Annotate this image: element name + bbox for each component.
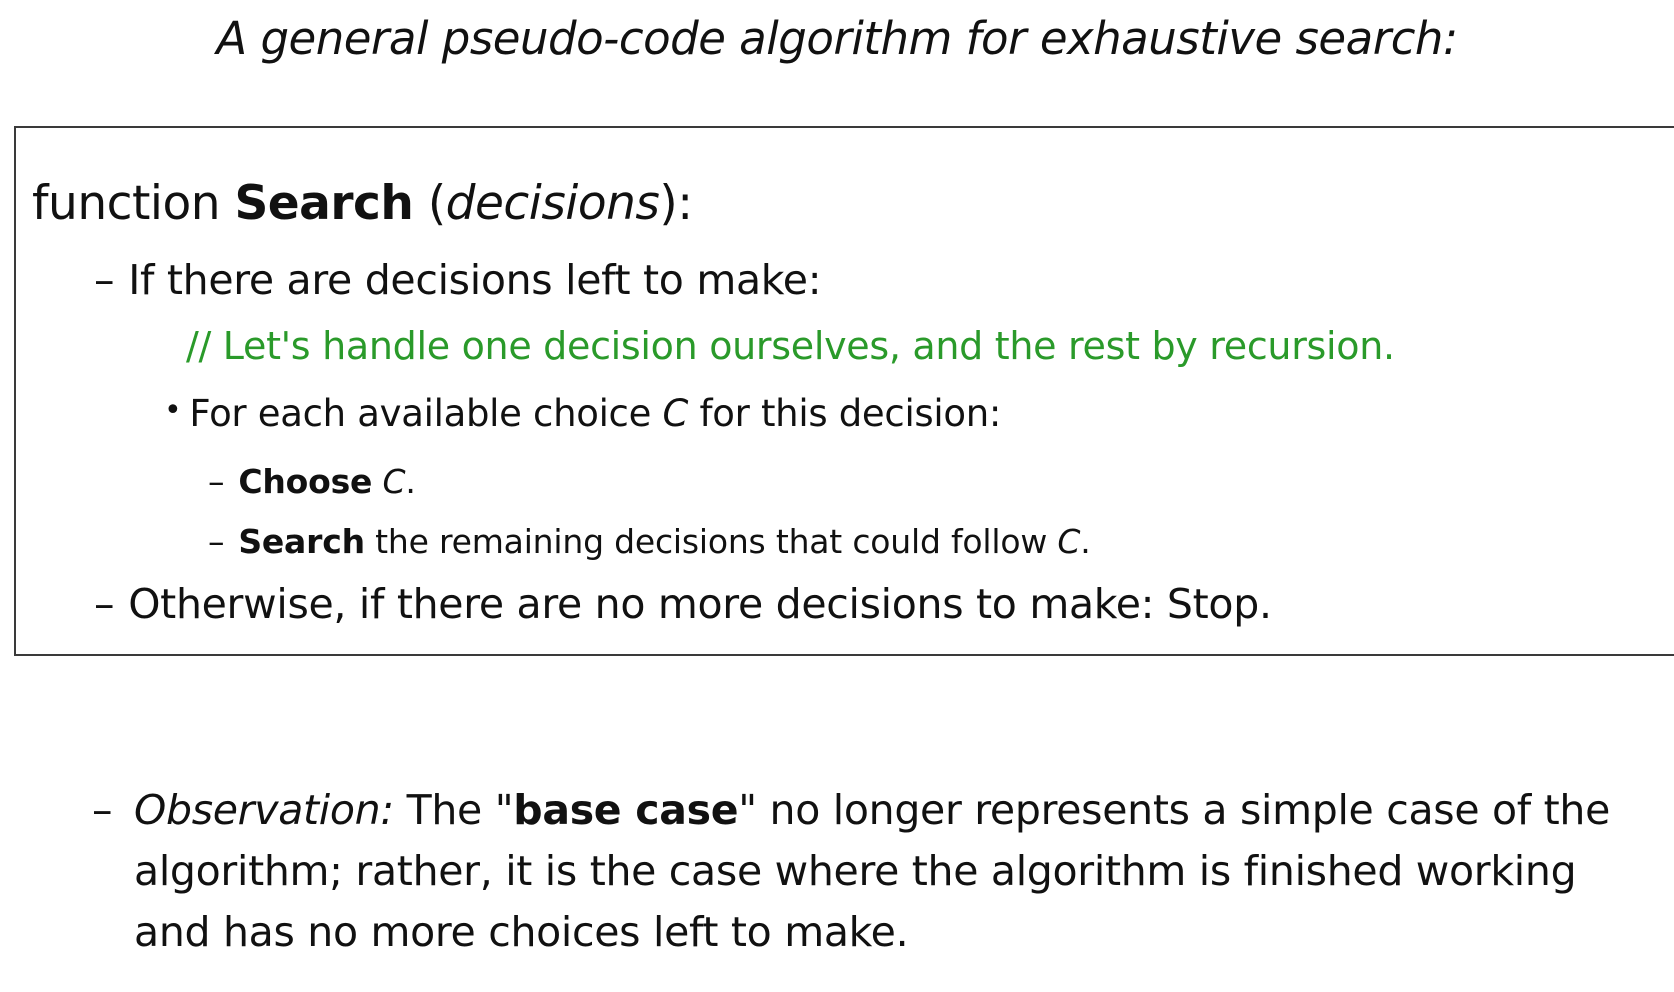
function-name: Search (234, 176, 414, 231)
if-text: If there are decisions left to make: (128, 256, 822, 304)
choose-line: – Choose C. (208, 462, 416, 501)
choose-end: . (405, 462, 416, 501)
for-prefix: For each available choice (189, 392, 663, 435)
code-comment: // Let's handle one decision ourselves, … (186, 324, 1395, 368)
observation-text: Observation: The "base case" no longer r… (134, 780, 1652, 963)
otherwise-text: Otherwise, if there are no more decision… (128, 580, 1272, 628)
observation-paragraph: – Observation: The "base case" no longer… (92, 780, 1652, 963)
search-line: – Search the remaining decisions that cou… (208, 522, 1091, 561)
function-signature: function Search (decisions): (32, 176, 693, 231)
for-line: • For each available choice C for this de… (164, 392, 1001, 435)
search-end: . (1080, 522, 1091, 561)
observation-bold: base case (513, 786, 739, 834)
dash-marker: – (208, 522, 225, 561)
observation-text-1: The " (393, 786, 514, 834)
choose-bold: Choose (238, 462, 373, 501)
pseudo-code-box: function Search (decisions): – If there a… (14, 126, 1674, 656)
observation-label: Observation: (134, 786, 394, 834)
choose-space (372, 462, 382, 501)
search-bold: Search (238, 522, 365, 561)
dash-marker: – (94, 256, 115, 304)
dash-marker: – (94, 580, 115, 628)
function-param: decisions (445, 176, 660, 231)
slide-title: A general pseudo-code algorithm for exha… (216, 12, 1458, 65)
choose-var: C (382, 462, 406, 501)
for-var: C (662, 392, 689, 435)
search-var: C (1057, 522, 1081, 561)
bullet-marker: • (164, 393, 182, 428)
dash-marker: – (208, 462, 225, 501)
search-text: the remaining decisions that could follo… (364, 522, 1058, 561)
dash-marker: – (92, 786, 113, 834)
paren-open: ( (413, 176, 446, 231)
paren-close: ): (659, 176, 693, 231)
if-line: – If there are decisions left to make: (94, 256, 822, 304)
for-suffix: for this decision: (688, 392, 1002, 435)
otherwise-line: – Otherwise, if there are no more decisio… (94, 580, 1272, 628)
function-keyword: function (32, 176, 235, 231)
